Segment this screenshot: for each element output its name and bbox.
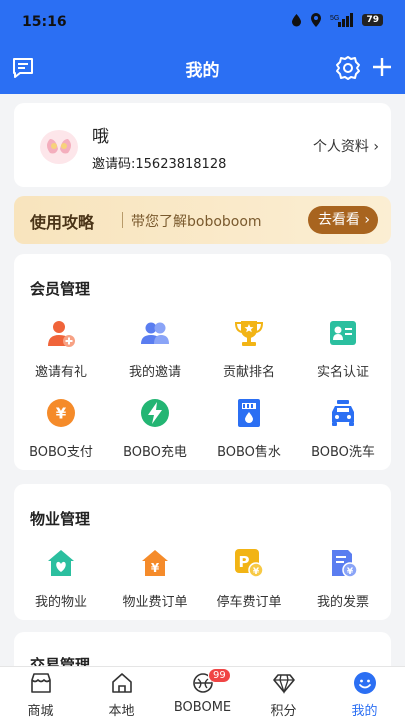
svg-text:¥: ¥ bbox=[347, 567, 354, 577]
water-machine-icon bbox=[238, 399, 260, 427]
my-invoice-item[interactable]: ¥ 我的发票 bbox=[296, 548, 390, 610]
ranking-item[interactable]: 贡献排名 bbox=[202, 318, 296, 380]
status-time: 15:16 bbox=[22, 14, 67, 30]
svg-text:¥: ¥ bbox=[253, 567, 260, 577]
car-wash-icon bbox=[332, 400, 354, 426]
guide-button[interactable]: 去看看 › bbox=[307, 206, 378, 234]
bobo-pay-item[interactable]: ¥ BOBO支付 bbox=[14, 398, 108, 460]
grid-label: BOBO售水 bbox=[217, 445, 281, 460]
location-icon bbox=[311, 13, 322, 27]
guide-button-label: 去看看 bbox=[317, 212, 360, 228]
notification-badge: 99 bbox=[208, 668, 231, 683]
tab-local[interactable]: 本地 bbox=[81, 671, 162, 719]
signal-icon: 5G bbox=[330, 13, 354, 27]
bobo-charge-item[interactable]: BOBO充电 bbox=[108, 398, 202, 460]
svg-text:¥: ¥ bbox=[151, 561, 160, 575]
tab-label: BOBOME bbox=[173, 700, 232, 715]
avatar bbox=[40, 130, 78, 164]
bobo-water-item[interactable]: BOBO售水 bbox=[202, 398, 296, 460]
tab-points[interactable]: 积分 bbox=[243, 671, 324, 719]
profile-link[interactable]: 个人资料 › bbox=[313, 136, 379, 156]
my-property-item[interactable]: 我的物业 bbox=[14, 548, 108, 610]
profile-link-label: 个人资料 bbox=[312, 139, 369, 155]
house-heart-icon bbox=[48, 550, 74, 576]
guide-subtitle: 带您了解boboboom bbox=[131, 214, 262, 230]
chevron-right-icon: › bbox=[364, 212, 370, 228]
grid-label: 实名认证 bbox=[316, 365, 369, 380]
parking-icon: P¥ bbox=[235, 549, 264, 578]
parking-fee-item[interactable]: P ¥ 停车费订单 bbox=[202, 548, 296, 610]
tab-label: 本地 bbox=[108, 704, 135, 719]
yuan-coin-icon: ¥ bbox=[47, 399, 75, 427]
invite-code: 邀请码:15623818128 bbox=[92, 157, 227, 172]
home-icon bbox=[111, 673, 132, 693]
tab-label: 积分 bbox=[270, 704, 297, 719]
bottom-tab-bar: 商城 本地 99 BOBOME 积分 我的 bbox=[0, 666, 405, 721]
grid-label: 我的发票 bbox=[316, 595, 369, 610]
id-card-icon bbox=[330, 321, 356, 345]
real-name-item[interactable]: 实名认证 bbox=[296, 318, 390, 380]
svg-text:P: P bbox=[239, 553, 250, 571]
gear-icon[interactable] bbox=[335, 55, 361, 81]
page-header: 我的 bbox=[0, 44, 405, 94]
drop-icon bbox=[292, 14, 302, 27]
profile-card[interactable]: 哦 邀请码:15623818128 个人资料 › bbox=[14, 103, 391, 187]
trophy-icon bbox=[234, 321, 264, 346]
member-section: 会员管理 邀请有礼 我的邀请 贡献排名 实名认证 ¥ BOBO支付 BOBO充电… bbox=[14, 254, 391, 470]
bobo-carwash-item[interactable]: BOBO洗车 bbox=[296, 398, 390, 460]
member-section-title: 会员管理 bbox=[30, 280, 91, 298]
shop-icon bbox=[30, 673, 51, 693]
svg-text:5G: 5G bbox=[330, 15, 339, 22]
invite-gift-item[interactable]: 邀请有礼 bbox=[14, 318, 108, 380]
grid-label: BOBO充电 bbox=[123, 445, 187, 460]
property-section-title: 物业管理 bbox=[30, 510, 91, 528]
grid-label: 停车费订单 bbox=[216, 595, 282, 610]
grid-label: 贡献排名 bbox=[222, 365, 275, 380]
grid-label: 我的物业 bbox=[34, 595, 87, 610]
user-name: 哦 bbox=[92, 127, 109, 147]
invite-icon bbox=[48, 321, 75, 347]
tab-bobome[interactable]: 99 BOBOME bbox=[162, 668, 243, 715]
grid-label: 邀请有礼 bbox=[34, 365, 87, 380]
guide-banner[interactable]: 使用攻略 带您了解boboboom 去看看 › bbox=[14, 196, 391, 244]
status-icons: 5G 79 bbox=[291, 13, 383, 27]
tab-mine[interactable]: 我的 bbox=[324, 671, 405, 719]
guide-divider bbox=[122, 212, 123, 228]
invoice-icon: ¥ bbox=[332, 550, 358, 578]
svg-text:¥: ¥ bbox=[56, 405, 67, 423]
guide-title: 使用攻略 bbox=[30, 213, 95, 232]
diamond-icon bbox=[272, 674, 295, 695]
users-icon bbox=[141, 322, 169, 344]
battery-indicator: 79 bbox=[362, 14, 383, 26]
grid-label: 我的邀请 bbox=[128, 365, 181, 380]
status-bar: 15:16 5G 79 bbox=[0, 0, 405, 44]
plus-icon[interactable] bbox=[371, 56, 393, 78]
property-fee-item[interactable]: ¥ 物业费订单 bbox=[108, 548, 202, 610]
tab-label: 商城 bbox=[27, 704, 54, 719]
lightning-icon bbox=[141, 399, 169, 427]
my-invites-item[interactable]: 我的邀请 bbox=[108, 318, 202, 380]
property-section: 物业管理 我的物业 ¥ 物业费订单 P ¥ 停车费订单 ¥ 我的发票 bbox=[14, 484, 391, 620]
grid-label: BOBO洗车 bbox=[311, 445, 375, 460]
tab-label: 我的 bbox=[351, 704, 378, 719]
tab-shop[interactable]: 商城 bbox=[0, 671, 81, 719]
grid-label: BOBO支付 bbox=[29, 445, 93, 460]
chevron-right-icon: › bbox=[373, 139, 379, 155]
grid-label: 物业费订单 bbox=[122, 595, 188, 610]
house-yuan-icon: ¥ bbox=[142, 550, 168, 576]
smile-icon bbox=[353, 672, 376, 694]
